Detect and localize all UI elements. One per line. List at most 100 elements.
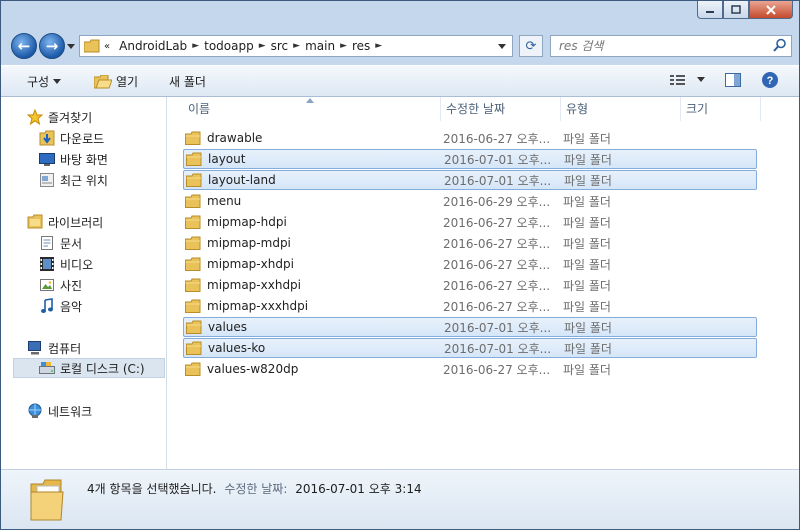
type-cell: 파일 폴더 (564, 152, 612, 167)
date-cell: 2016-06-27 오후... (443, 131, 551, 146)
type-cell: 파일 폴더 (563, 131, 611, 146)
navigation-bar: ← → « AndroidLab ► todoapp ► src ► main … (1, 31, 799, 63)
type-cell: 파일 폴더 (563, 215, 611, 230)
breadcrumb-item[interactable]: AndroidLab (114, 39, 192, 53)
sidebar-item-label: 사진 (60, 278, 83, 293)
open-folder-icon (94, 74, 112, 88)
breadcrumb-item[interactable]: res (347, 39, 375, 53)
file-name: menu (207, 194, 242, 208)
maximize-button[interactable] (723, 1, 749, 19)
breadcrumb-separator-icon[interactable]: ► (293, 41, 300, 51)
sidebar-item-pictures[interactable]: 사진 (39, 275, 82, 295)
breadcrumb-item[interactable]: src (266, 39, 294, 53)
caption-buttons (697, 1, 793, 19)
breadcrumb-item[interactable]: main (300, 39, 340, 53)
folder-icon (185, 362, 201, 376)
breadcrumb-separator-icon[interactable]: ► (340, 41, 347, 51)
column-header-name[interactable]: 이름 (183, 97, 441, 121)
table-row[interactable]: mipmap-xxhdpi 2016-06-27 오후... 파일 폴더 (183, 275, 757, 295)
table-row[interactable]: mipmap-hdpi 2016-06-27 오후... 파일 폴더 (183, 212, 757, 232)
sidebar-item-local-disk[interactable]: 로컬 디스크 (C:) (13, 358, 165, 378)
table-row[interactable]: values 2016-07-01 오후... 파일 폴더 (183, 317, 757, 337)
table-row[interactable]: layout 2016-07-01 오후... 파일 폴더 (183, 149, 757, 169)
breadcrumb-item[interactable]: todoapp (199, 39, 259, 53)
help-button[interactable]: ? (761, 72, 779, 89)
minimize-icon (706, 10, 714, 13)
minimize-button[interactable] (697, 1, 723, 19)
table-row[interactable]: layout-land 2016-07-01 오후... 파일 폴더 (183, 170, 757, 190)
column-header-date[interactable]: 수정한 날짜 (441, 97, 561, 121)
file-name: drawable (207, 131, 263, 145)
date-cell: 2016-06-29 오후... (443, 194, 551, 209)
recent-places-icon (40, 173, 54, 187)
table-row[interactable]: values-w820dp 2016-06-27 오후... 파일 폴더 (183, 359, 757, 379)
file-name: layout-land (208, 173, 276, 187)
sidebar-item-network[interactable]: 네트워크 (27, 401, 92, 421)
videos-icon (40, 257, 54, 271)
search-icon[interactable] (773, 38, 787, 52)
sidebar-item-computer[interactable]: 컴퓨터 (27, 338, 81, 358)
breadcrumb-separator-icon[interactable]: ► (259, 41, 266, 51)
search-box[interactable] (550, 35, 792, 57)
recent-pages-chevron-icon[interactable] (67, 44, 75, 50)
type-cell: 파일 폴더 (563, 194, 611, 209)
multiple-folders-icon (30, 479, 64, 521)
search-input[interactable] (557, 36, 761, 56)
modified-date-label: 수정한 날짜: (224, 482, 288, 496)
preview-pane-button[interactable] (725, 73, 741, 87)
open-button[interactable]: 열기 (94, 73, 138, 90)
column-header-size[interactable]: 크기 (681, 97, 761, 121)
sidebar-item-label: 즐겨찾기 (48, 110, 93, 125)
name-cell: mipmap-xhdpi (183, 257, 443, 271)
date-cell: 2016-06-27 오후... (443, 278, 551, 293)
sidebar-item-recent[interactable]: 최근 위치 (39, 170, 108, 190)
close-button[interactable] (749, 1, 793, 19)
back-button[interactable]: ← (11, 33, 37, 59)
sidebar-item-label: 다운로드 (60, 131, 105, 146)
close-icon (766, 4, 776, 15)
table-row[interactable]: mipmap-mdpi 2016-06-27 오후... 파일 폴더 (183, 233, 757, 253)
network-icon (28, 403, 42, 418)
sidebar-item-favorites[interactable]: 즐겨찾기 (27, 107, 92, 127)
address-dropdown-icon[interactable] (498, 44, 506, 50)
folder-icon (185, 299, 201, 313)
table-row[interactable]: mipmap-xhdpi 2016-06-27 오후... 파일 폴더 (183, 254, 757, 274)
sidebar-item-videos[interactable]: 비디오 (39, 254, 93, 274)
explorer-window: ← → « AndroidLab ► todoapp ► src ► main … (0, 0, 800, 530)
type-cell: 파일 폴더 (563, 278, 611, 293)
table-row[interactable]: mipmap-xxxhdpi 2016-06-27 오후... 파일 폴더 (183, 296, 757, 316)
folder-icon (84, 39, 100, 53)
file-name: mipmap-xxxhdpi (207, 299, 309, 313)
desktop-icon (39, 153, 55, 166)
forward-button[interactable]: → (39, 33, 65, 59)
refresh-button[interactable]: ⟳ (519, 35, 543, 57)
address-bar[interactable]: « AndroidLab ► todoapp ► src ► main ► re… (79, 35, 513, 57)
type-cell: 파일 폴더 (564, 341, 612, 356)
sidebar-item-documents[interactable]: 문서 (39, 233, 82, 253)
file-name: mipmap-mdpi (207, 236, 291, 250)
refresh-icon: ⟳ (525, 38, 537, 54)
folder-icon (186, 152, 202, 166)
file-name: mipmap-xhdpi (207, 257, 294, 271)
breadcrumb-separator-icon[interactable]: ► (192, 41, 199, 51)
date-cell: 2016-06-27 오후... (443, 257, 551, 272)
sidebar-item-downloads[interactable]: 다운로드 (39, 128, 104, 148)
folder-icon (185, 215, 201, 229)
table-row[interactable]: drawable 2016-06-27 오후... 파일 폴더 (183, 128, 757, 148)
table-row[interactable]: menu 2016-06-29 오후... 파일 폴더 (183, 191, 757, 211)
new-folder-button[interactable]: 새 폴더 (169, 73, 206, 90)
breadcrumb-separator-icon[interactable]: ► (375, 41, 382, 51)
folder-icon (185, 194, 201, 208)
sidebar-item-desktop[interactable]: 바탕 화면 (39, 149, 108, 169)
table-row[interactable]: values-ko 2016-07-01 오후... 파일 폴더 (183, 338, 757, 358)
breadcrumb-overflow[interactable]: « (100, 41, 114, 52)
column-header-row: 이름 수정한 날짜 유형 크기 (168, 97, 799, 121)
name-cell: values-ko (184, 341, 444, 355)
chevron-down-icon (53, 78, 62, 84)
sidebar-item-libraries[interactable]: 라이브러리 (27, 212, 103, 232)
name-cell: menu (183, 194, 443, 208)
sidebar-item-music[interactable]: 음악 (39, 296, 82, 316)
organize-button[interactable]: 구성 (27, 73, 62, 90)
view-options-button[interactable] (669, 73, 705, 87)
column-header-type[interactable]: 유형 (561, 97, 681, 121)
